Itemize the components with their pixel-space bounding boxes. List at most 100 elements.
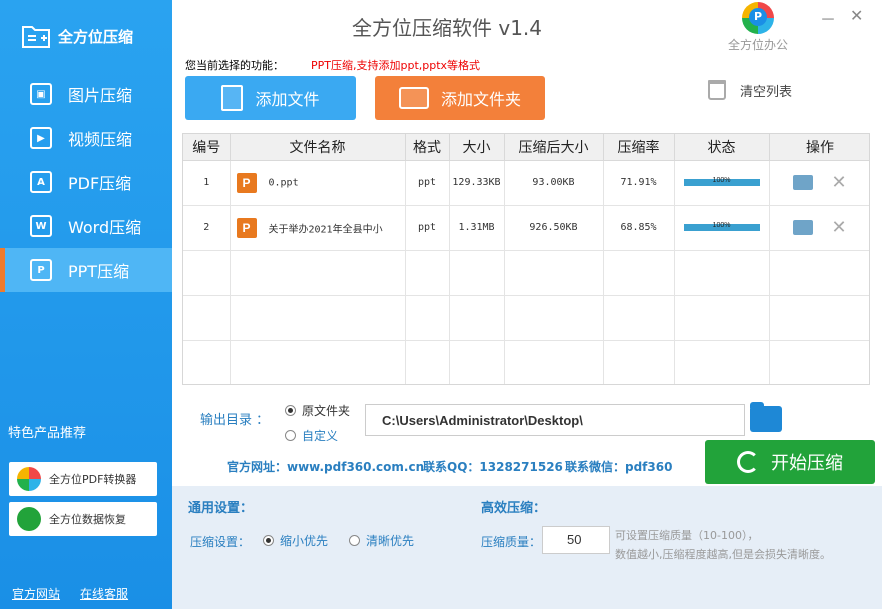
radio-source-folder[interactable]: 原文件夹	[285, 402, 350, 419]
sidebar-item-label: PPT压缩	[68, 262, 130, 281]
progress-bar: 100%	[683, 222, 760, 231]
empty-cell	[230, 340, 406, 384]
image-icon: ▣	[30, 83, 52, 105]
folder-logo-icon	[22, 26, 50, 48]
sidebar-item-video[interactable]: ▶ 视频压缩	[0, 116, 172, 160]
cell-status: 100%	[674, 160, 770, 206]
col-header-size[interactable]: 大小	[449, 134, 505, 161]
ppt-file-icon: P	[236, 217, 257, 238]
website-info: 官方网址：www.pdf360.com.cn	[227, 460, 425, 474]
sidebar-item-label: 图片压缩	[68, 86, 133, 105]
sidebar-item-image[interactable]: ▣ 图片压缩	[0, 72, 172, 116]
clear-list-button[interactable]: 清空列表	[708, 80, 792, 100]
sidebar-item-label: Word压缩	[68, 218, 142, 237]
empty-cell	[504, 340, 604, 384]
col-header-status[interactable]: 状态	[674, 134, 770, 161]
table-row[interactable]: 2 P 关于举办2021年全县中小 ppt 1.31MB 926.50KB 68.85% 10…	[183, 205, 869, 251]
start-compress-button[interactable]: 开始压缩	[705, 440, 875, 484]
start-compress-label: 开始压缩	[771, 453, 843, 474]
progress-text: 100%	[712, 177, 731, 184]
radio-custom-folder-dot	[285, 430, 296, 441]
quality-input[interactable]: 50	[542, 526, 610, 554]
function-value: PPT压缩,支持添加ppt,pptx等格式	[311, 59, 481, 72]
radio-source-folder-label: 原文件夹	[302, 404, 351, 418]
brand-logo[interactable]: 全方位办公	[722, 2, 794, 53]
radio-custom-folder[interactable]: 自定义	[285, 427, 338, 444]
empty-cell	[504, 250, 604, 296]
data-recovery-button[interactable]: 全方位数据恢复	[9, 502, 157, 536]
empty-cell	[183, 295, 231, 341]
empty-cell	[674, 250, 770, 296]
title-bar: 全方位压缩软件 v1.4 全方位办公 － ✕	[172, 0, 882, 52]
col-header-format[interactable]: 格式	[405, 134, 450, 161]
sidebar-nav: ▣ 图片压缩 ▶ 视频压缩 A PDF压缩 W Word压缩 P PPT压缩	[0, 72, 172, 292]
table-row[interactable]: 1 P 0.ppt ppt 129.33KB 93.00KB 71.91% 100% ✕	[183, 160, 869, 206]
compress-setting-label: 压缩设置：	[190, 535, 251, 549]
output-dir-label: 输出目录 ：	[200, 413, 270, 428]
empty-cell	[674, 340, 770, 384]
empty-cell	[405, 250, 450, 296]
col-header-ratio[interactable]: 压缩率	[603, 134, 675, 161]
radio-clear-priority-label: 清晰优先	[366, 534, 415, 548]
open-folder-icon[interactable]	[793, 220, 814, 235]
empty-cell	[504, 295, 604, 341]
sidebar-item-ppt[interactable]: P PPT压缩	[0, 248, 172, 292]
cell-no: 1	[183, 160, 231, 206]
minimize-button[interactable]: －	[820, 6, 836, 30]
pdf-converter-button[interactable]: 全方位PDF转换器	[9, 462, 157, 496]
progress-text: 100%	[712, 222, 731, 229]
add-folder-button[interactable]: 添加文件夹	[375, 76, 545, 120]
empty-cell	[405, 340, 450, 384]
online-service-link[interactable]: 在线客服	[80, 585, 128, 602]
table-header-row: 编号 文件名称 格式 大小 压缩后大小 压缩率 状态 操作	[183, 134, 869, 161]
add-folder-label: 添加文件夹	[440, 90, 521, 109]
website-link[interactable]: 官方网站	[12, 585, 60, 602]
brand-text: 全方位办公	[727, 38, 788, 52]
col-header-compressed[interactable]: 压缩后大小	[504, 134, 604, 161]
sidebar-item-pdf[interactable]: A PDF压缩	[0, 160, 172, 204]
function-label: 您当前选择的功能：	[185, 59, 284, 72]
cell-ratio: 71.91%	[603, 160, 675, 206]
word-icon: W	[30, 215, 52, 237]
close-button[interactable]: ✕	[850, 6, 863, 25]
trash-icon	[708, 80, 726, 100]
qq-info: 联系QQ：1328271526	[423, 460, 563, 474]
wechat-info: 联系微信：pdf360	[565, 460, 673, 474]
pdf-converter-icon	[17, 467, 41, 491]
sidebar-item-word[interactable]: W Word压缩	[0, 204, 172, 248]
col-header-no[interactable]: 编号	[183, 134, 231, 161]
add-file-button[interactable]: 添加文件	[185, 76, 356, 120]
open-folder-icon[interactable]	[793, 175, 814, 190]
pdf-converter-label: 全方位PDF转换器	[49, 473, 137, 486]
radio-small-priority[interactable]: 缩小优先	[263, 532, 328, 549]
sidebar: 全方位压缩 ▣ 图片压缩 ▶ 视频压缩 A PDF压缩 W Word压缩 P PPT压缩 特色产品…	[0, 0, 172, 609]
folder-icon	[398, 87, 429, 109]
brand-icon	[742, 2, 774, 34]
empty-cell	[769, 250, 869, 296]
app-title: 全方位压缩软件 v1.4	[352, 16, 542, 40]
radio-clear-priority-dot	[349, 535, 360, 546]
col-header-name[interactable]: 文件名称	[230, 134, 406, 161]
video-icon: ▶	[30, 127, 52, 149]
recommend-title: 特色产品推荐	[8, 426, 87, 441]
data-recovery-icon	[17, 507, 41, 531]
cell-compressed: 93.00KB	[504, 160, 604, 206]
radio-clear-priority[interactable]: 清晰优先	[349, 532, 414, 549]
output-path-input[interactable]	[365, 404, 745, 436]
pdf-icon: A	[30, 171, 52, 193]
quality-hint-line1: 可设置压缩质量（10-100），	[615, 529, 759, 542]
radio-source-folder-dot	[285, 405, 296, 416]
cell-name: P 关于举办2021年全县中小	[230, 205, 406, 251]
clear-list-label: 清空列表	[740, 84, 793, 100]
sidebar-footer: 官方网站 在线客服	[12, 585, 128, 602]
app-logo: 全方位压缩	[0, 0, 172, 72]
col-header-action[interactable]: 操作	[769, 134, 869, 161]
delete-icon[interactable]: ✕	[831, 217, 846, 238]
file-table: 编号 文件名称 格式 大小 压缩后大小 压缩率 状态 操作 1 P 0.ppt ppt…	[182, 133, 870, 385]
empty-cell	[449, 250, 505, 296]
browse-folder-icon[interactable]	[750, 402, 782, 432]
logo-text: 全方位压缩	[58, 27, 134, 46]
delete-icon[interactable]: ✕	[831, 172, 846, 193]
cell-size: 129.33KB	[449, 160, 505, 206]
empty-cell	[674, 295, 770, 341]
